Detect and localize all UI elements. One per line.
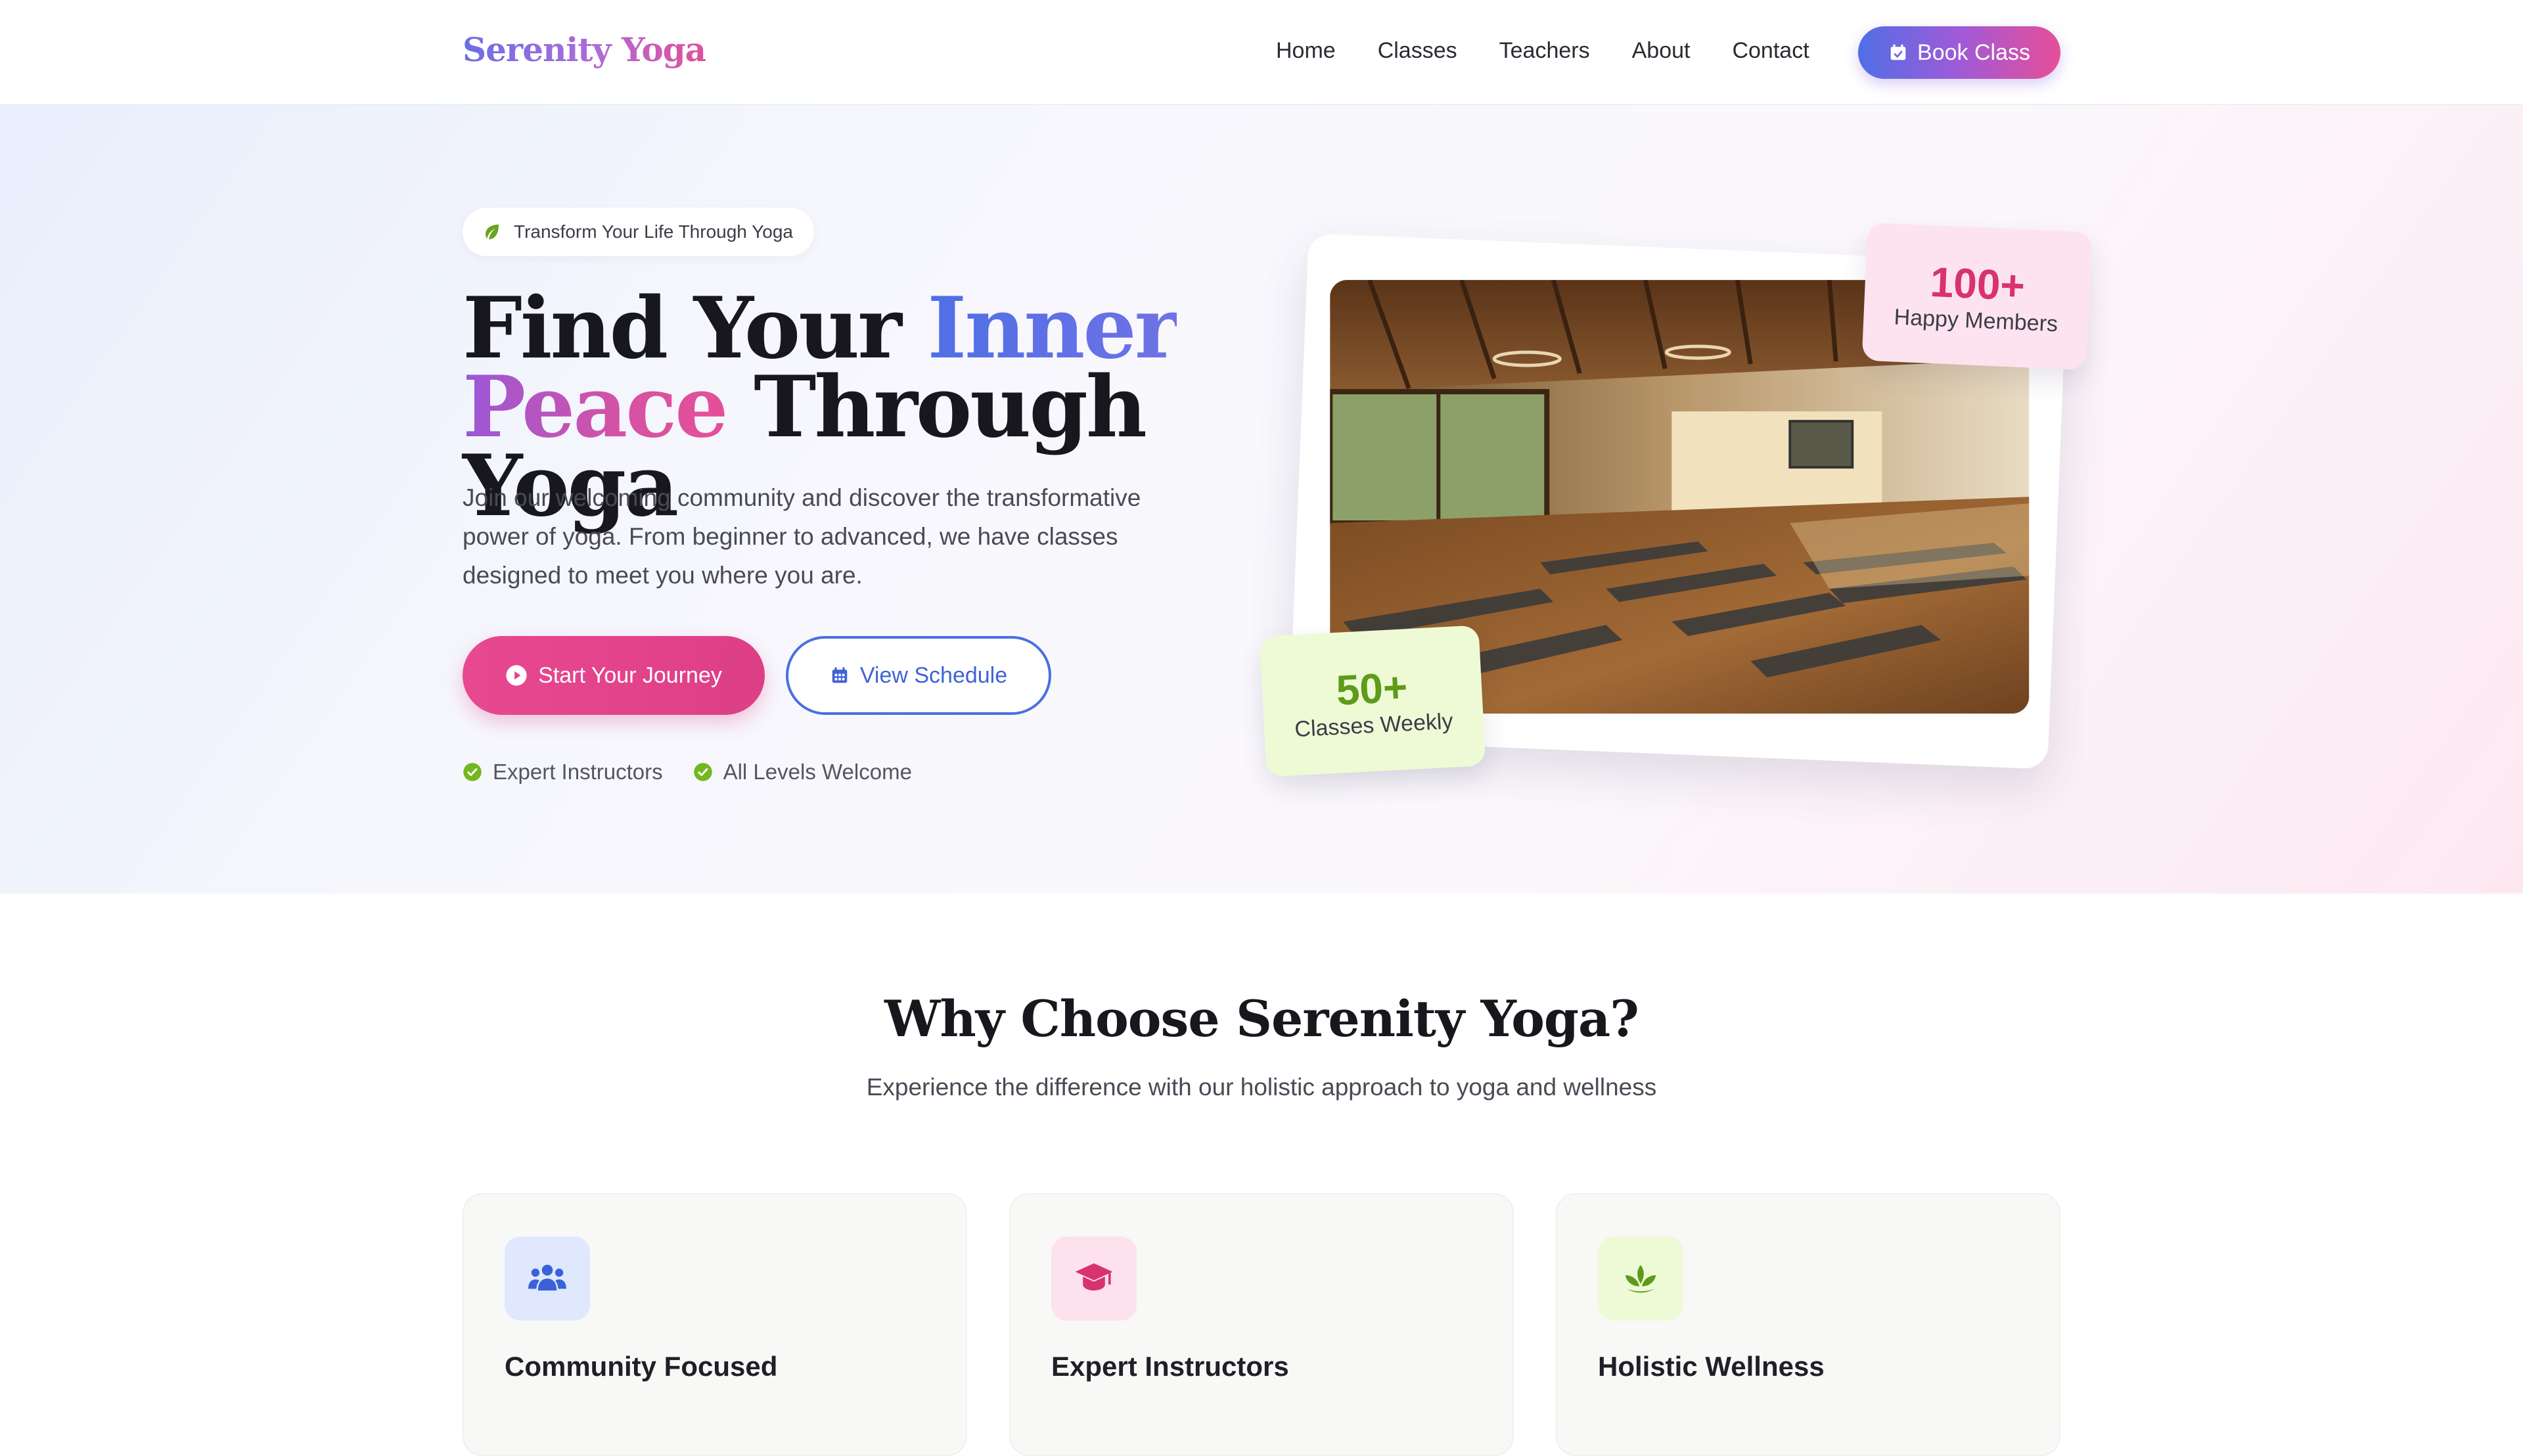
check-label: Expert Instructors — [493, 760, 663, 784]
feature-card-instructors: Expert Instructors — [1009, 1193, 1514, 1456]
feature-card-community: Community Focused — [463, 1193, 967, 1456]
check-item: All Levels Welcome — [693, 760, 912, 785]
calendar-icon — [832, 667, 848, 683]
classes-stat-value: 50+ — [1334, 662, 1409, 714]
feature-icon-box — [1051, 1237, 1137, 1321]
nav-link-about[interactable]: About — [1632, 38, 1691, 64]
graduation-cap-icon — [1075, 1263, 1113, 1291]
view-schedule-label: View Schedule — [859, 662, 1008, 688]
hero-checks: Expert Instructors All Levels Welcome — [463, 760, 912, 785]
members-stat-card: 100+ Happy Members — [1861, 222, 2093, 371]
members-stat-label: Happy Members — [1893, 304, 2058, 336]
hero-description: Join our welcoming community and discove… — [463, 484, 1141, 589]
nav-link-contact[interactable]: Contact — [1732, 38, 1809, 64]
nav-link-home[interactable]: Home — [1276, 38, 1336, 64]
nav-link-teachers[interactable]: Teachers — [1499, 38, 1590, 64]
brand-logo[interactable]: Serenity Yoga — [463, 30, 706, 69]
feature-icon-box — [1598, 1237, 1683, 1321]
calendar-check-icon — [1890, 44, 1906, 60]
hero-section: Transform Your Life Through Yoga Find Yo… — [0, 105, 2523, 894]
leaf-icon — [486, 224, 499, 240]
check-circle-icon — [463, 763, 482, 781]
feature-title: Expert Instructors — [1051, 1351, 1289, 1382]
nav-link-classes[interactable]: Classes — [1378, 38, 1457, 64]
book-class-button[interactable]: Book Class — [1858, 26, 2060, 79]
check-label: All Levels Welcome — [723, 760, 912, 784]
users-icon — [528, 1264, 566, 1291]
why-section-subtitle: Experience the difference with our holis… — [866, 1074, 1657, 1101]
check-circle-icon — [693, 763, 712, 781]
top-navbar: Serenity Yoga Home Classes Teachers Abou… — [0, 0, 2523, 105]
feature-card-wellness: Holistic Wellness — [1556, 1193, 2060, 1456]
classes-stat-label: Classes Weekly — [1294, 708, 1454, 742]
start-journey-button[interactable]: Start Your Journey — [463, 636, 765, 715]
nav-links: Home Classes Teachers About Contact — [1276, 38, 1809, 64]
feature-title: Holistic Wellness — [1598, 1351, 1825, 1382]
hero-tag: Transform Your Life Through Yoga — [463, 208, 814, 256]
feature-icon-box — [505, 1237, 590, 1321]
view-schedule-button[interactable]: View Schedule — [786, 636, 1051, 715]
check-item: Expert Instructors — [463, 760, 663, 785]
why-section-title: Why Choose Serenity Yoga? — [884, 990, 1639, 1048]
play-circle-icon — [506, 665, 527, 686]
book-class-label: Book Class — [1917, 39, 2030, 65]
start-journey-label: Start Your Journey — [538, 662, 722, 688]
classes-stat-card: 50+ Classes Weekly — [1259, 625, 1486, 777]
members-stat-value: 100+ — [1929, 258, 2026, 309]
hero-tag-text: Transform Your Life Through Yoga — [514, 221, 793, 242]
feature-title: Community Focused — [505, 1351, 778, 1382]
lotus-icon — [1625, 1265, 1656, 1293]
